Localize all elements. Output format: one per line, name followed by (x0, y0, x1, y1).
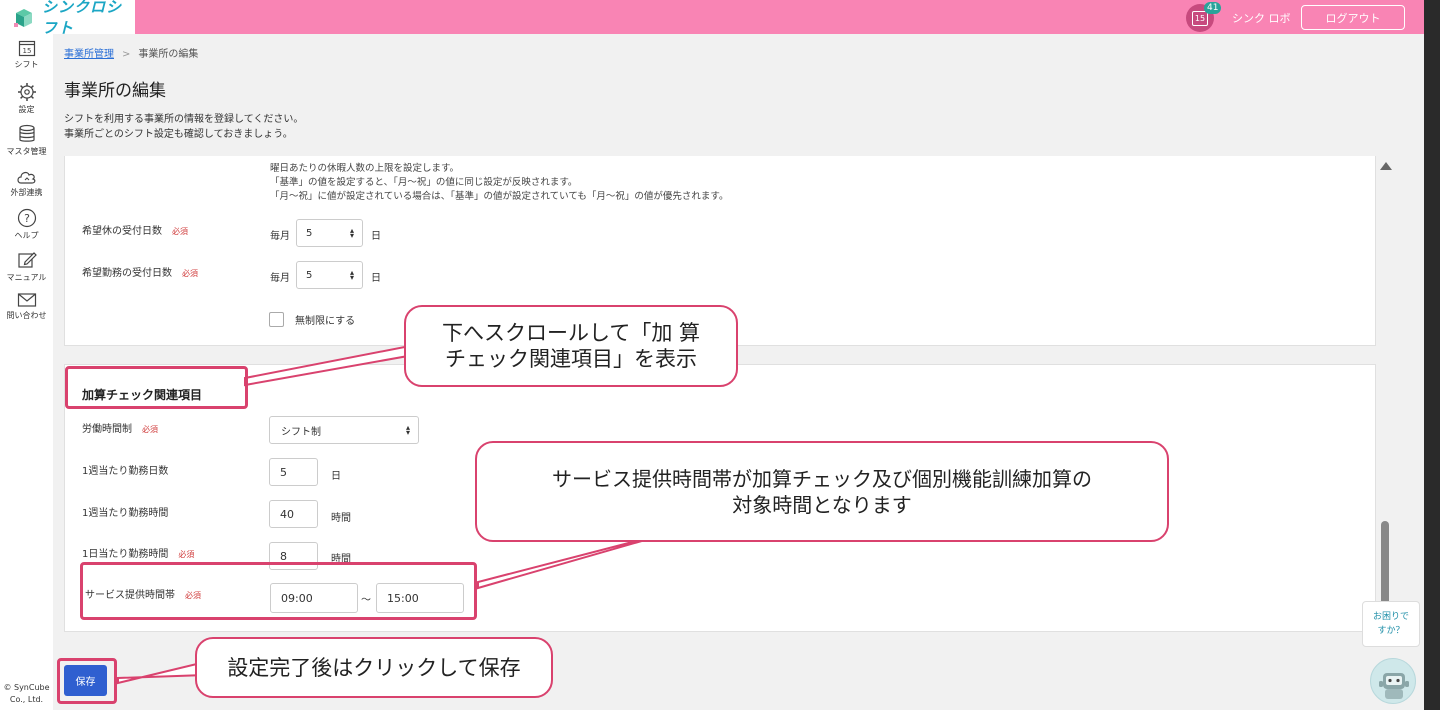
app-header: シンクロシフト 15 41 シンク ロボ ログアウト (0, 0, 1424, 37)
mail-icon (17, 293, 36, 307)
unit-label: 時間 (331, 513, 351, 524)
logout-button[interactable]: ログアウト (1301, 5, 1405, 30)
select-arrows-icon: ▴ ▾ (405, 423, 410, 437)
description-line: 事業所ごとのシフト設定も確認しておきましょう。 (64, 129, 293, 140)
callout-save-hint: 設定完了後はクリックして保存 (195, 637, 553, 698)
page-title: 事業所の編集 (64, 81, 166, 101)
required-badge: 必須 (142, 425, 158, 434)
day-suffix: 日 (371, 273, 381, 284)
sidebar-item-manual[interactable]: マニュアル (0, 250, 53, 283)
hours-per-week-label: 1週当たり勤務時間 (82, 508, 169, 519)
field-label: 希望休の受付日数 (82, 226, 162, 237)
request-holiday-days-select[interactable]: 5 ▴ ▾ (296, 219, 363, 247)
required-badge: 必須 (172, 227, 188, 236)
callout-scroll-hint: 下へスクロールして「加 算 チェック関連項目」を表示 (404, 305, 738, 387)
monthly-prefix: 毎月 (270, 273, 290, 284)
holiday-limit-note: 曜日あたりの休暇人数の上限を設定します。 「基準」の値を設定すると、「月〜祝」の… (270, 162, 728, 204)
calendar-day-text: 15 (22, 47, 31, 55)
note-line: 「基準」の値を設定すると、「月〜祝」の値に同じ設定が反映されます。 (270, 177, 578, 188)
hours-per-day-label: 1日当たり勤務時間 必須 (82, 545, 194, 560)
callout-line: チェック関連項目」を表示 (444, 347, 697, 371)
sidebar-item-label: 設定 (18, 105, 35, 114)
scrollbar-thumb[interactable] (1381, 521, 1389, 611)
monthly-prefix: 毎月 (270, 231, 290, 242)
scroll-up-arrow-icon[interactable] (1380, 162, 1392, 170)
service-hours-highlight (80, 562, 477, 620)
breadcrumb-current: 事業所の編集 (138, 49, 199, 60)
svg-text:?: ? (24, 212, 30, 225)
app-logo[interactable]: シンクロシフト (0, 0, 135, 37)
request-holiday-days-label: 希望休の受付日数 必須 (82, 222, 188, 237)
select-arrows-icon: ▴ ▾ (349, 268, 354, 282)
breadcrumb: 事業所管理 > 事業所の編集 (64, 45, 198, 60)
help-bubble-line: すか？ (1377, 626, 1405, 636)
edit-icon (17, 252, 37, 268)
sidebar-item-master[interactable]: マスタ管理 (0, 124, 53, 157)
cloud-icon (16, 171, 35, 184)
help-icon: ? (17, 208, 36, 228)
copyright-line: © SynCube (3, 683, 50, 692)
unlimited-checkbox[interactable] (269, 312, 284, 327)
copyright-line: Co., Ltd. (9, 695, 44, 704)
required-badge: 必須 (182, 269, 198, 278)
app-name: シンクロシフト (42, 0, 123, 37)
days-per-week-input[interactable]: 5 (269, 458, 318, 486)
unit-label: 日 (331, 471, 341, 482)
day-suffix: 日 (371, 231, 381, 242)
days-per-week-label: 1週当たり勤務日数 (82, 466, 169, 477)
sidebar-item-label: 問い合わせ (6, 311, 47, 320)
gear-icon (17, 83, 36, 101)
request-work-days-label: 希望勤務の受付日数 必須 (82, 264, 198, 279)
help-bubble-line: お困りで (1372, 612, 1409, 622)
sidebar-item-label: マニュアル (6, 273, 47, 282)
help-robot-icon[interactable] (1370, 658, 1416, 704)
notification-count-badge: 41 (1204, 2, 1222, 14)
callout-line: 下へスクロールして「加 算 (441, 321, 701, 345)
select-value: シフト制 (281, 426, 321, 438)
user-name: シンク ロボ (1232, 12, 1291, 25)
sidebar-item-integration[interactable]: 外部連携 (0, 169, 53, 198)
save-button-highlight (57, 658, 117, 704)
request-work-days-select[interactable]: 5 ▴ ▾ (296, 261, 363, 289)
calendar-icon: 15 (18, 40, 35, 57)
required-badge: 必須 (178, 550, 195, 559)
breadcrumb-link-office-management[interactable]: 事業所管理 (64, 49, 114, 60)
sidebar: 15 シフト 設定 マスタ管理 外部連携 ? ヘルプ マニュアル 問い合わせ (0, 34, 53, 710)
sidebar-item-contact[interactable]: 問い合わせ (0, 292, 53, 321)
select-arrows-icon: ▴ ▾ (349, 226, 354, 240)
note-line: 「月〜祝」に値が設定されている場合は、「基準」の値が設定されていても「月〜祝」の… (270, 191, 729, 202)
sidebar-item-label: マスタ管理 (6, 147, 47, 156)
sidebar-item-help[interactable]: ? ヘルプ (0, 208, 53, 241)
select-value: 5 (306, 269, 313, 281)
work-system-select[interactable]: シフト制 ▴ ▾ (269, 416, 419, 444)
callout-line: 対象時間となります (732, 492, 912, 517)
callout-line: 設定完了後はクリックして保存 (227, 655, 521, 680)
logo-mark-icon (12, 5, 36, 29)
window-scrollbar[interactable] (1424, 0, 1440, 710)
field-label: 労働時間制 (82, 424, 132, 435)
unlimited-label: 無制限にする (295, 316, 356, 327)
sidebar-item-label: シフト (14, 60, 39, 69)
callout-line: サービス提供時間帯が加算チェック及び個別機能訓練加算の (552, 466, 1092, 491)
note-line: 曜日あたりの休暇人数の上限を設定します。 (270, 163, 460, 174)
page-description: シフトを利用する事業所の情報を登録してください。 事業所ごとのシフト設定も確認し… (64, 112, 303, 142)
sidebar-item-label: ヘルプ (14, 231, 39, 240)
database-icon (18, 124, 35, 142)
sidebar-item-settings[interactable]: 設定 (0, 82, 53, 115)
description-line: シフトを利用する事業所の情報を登録してください。 (64, 114, 304, 125)
breadcrumb-separator: > (122, 49, 131, 60)
callout-service-hours: サービス提供時間帯が加算チェック及び個別機能訓練加算の 対象時間となります (475, 441, 1169, 542)
select-value: 5 (306, 227, 313, 239)
copyright: © SynCube Co., Ltd. (0, 682, 53, 706)
section-title-highlight (65, 366, 248, 409)
work-system-label: 労働時間制 必須 (82, 420, 158, 435)
help-bubble[interactable]: お困りで すか？ (1362, 601, 1420, 647)
sidebar-item-shift[interactable]: 15 シフト (0, 39, 53, 70)
field-label: 1日当たり勤務時間 (82, 549, 169, 560)
field-label: 希望勤務の受付日数 (82, 268, 172, 279)
hours-per-week-input[interactable]: 40 (269, 500, 318, 528)
sidebar-item-label: 外部連携 (10, 188, 43, 197)
